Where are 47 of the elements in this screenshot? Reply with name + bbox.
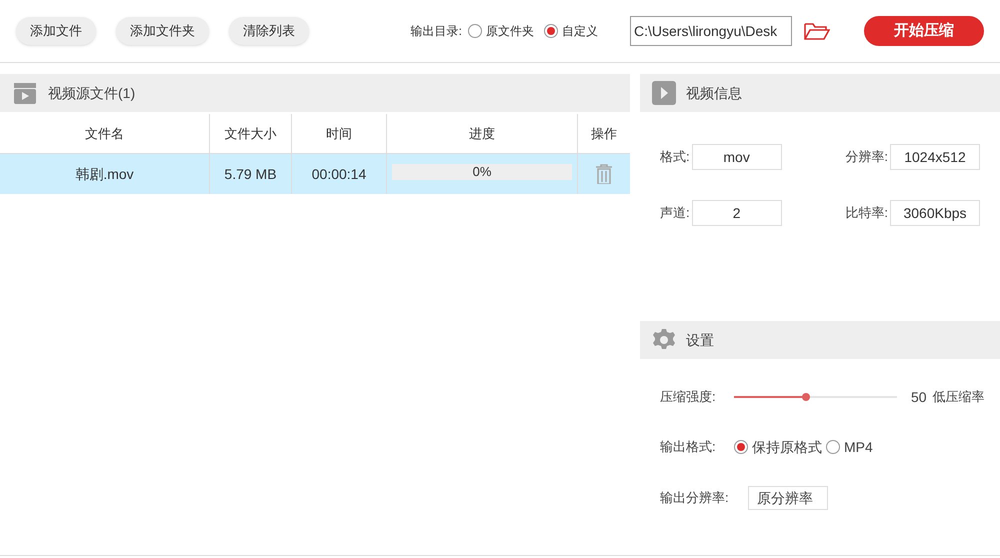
info-field: 3060Kbps (890, 200, 980, 226)
setting-label: 压缩强度: (660, 388, 717, 406)
column-header: 文件大小 (210, 114, 292, 153)
slider-thumb[interactable] (802, 393, 810, 401)
path-field[interactable]: C:\Users\lirongyu\Desk (630, 16, 792, 46)
folder-icon[interactable] (804, 21, 830, 41)
output-dir-label: 输出目录: (410, 23, 462, 40)
toolbar-button[interactable]: 添加文件夹 (116, 17, 209, 45)
setting-label: 输出分辨率: (660, 489, 730, 508)
settings-icon (652, 328, 676, 352)
file-row[interactable]: 韩剧.mov 5.79 MB 00:00:14 0% (0, 154, 630, 194)
field-label: 格式: (660, 148, 690, 166)
column-header: 时间 (292, 114, 387, 153)
radio-label: 原文件夹 (486, 23, 534, 40)
clapperboard-icon (12, 81, 38, 105)
slider-value: 50 (911, 388, 927, 406)
info-field: mov (692, 144, 782, 170)
toolbar-button[interactable]: 清除列表 (229, 17, 309, 45)
panel-title: 设置 (686, 330, 714, 350)
info-field: 1024x512 (890, 144, 980, 170)
column-header: 文件名 (0, 114, 210, 153)
toolbar-button[interactable]: 添加文件 (16, 17, 96, 45)
table-cell: 韩剧.mov (0, 154, 210, 194)
panel-title: 视频信息 (686, 84, 742, 102)
radio-label: MP4 (844, 438, 873, 456)
field-label: 声道: (660, 204, 690, 222)
slider-hint: 低压缩率 (932, 388, 985, 406)
setting-label: 输出格式: (660, 438, 717, 456)
column-header: 进度 (387, 114, 578, 153)
radio-button[interactable] (468, 24, 482, 38)
start-compress-button[interactable]: 开始压缩 (864, 16, 984, 46)
field-label: 分辨率: (845, 148, 888, 166)
info-field: 2 (692, 200, 782, 226)
resolution-dropdown[interactable]: 原分辨率 (748, 486, 828, 510)
radio-button[interactable] (826, 440, 840, 454)
panel-title: 视频源文件(1) (48, 84, 136, 103)
radio-button[interactable] (734, 440, 748, 454)
table-cell: 00:00:14 (292, 154, 387, 194)
radio-label: 自定义 (562, 23, 598, 40)
table-cell: 5.79 MB (210, 154, 292, 194)
trash-icon[interactable] (595, 164, 613, 184)
play-icon (652, 81, 676, 105)
progress-text: 0% (472, 164, 492, 180)
radio-label: 保持原格式 (752, 438, 822, 456)
column-header: 操作 (590, 124, 618, 143)
radio-button[interactable] (544, 24, 558, 38)
field-label: 比特率: (845, 204, 888, 222)
